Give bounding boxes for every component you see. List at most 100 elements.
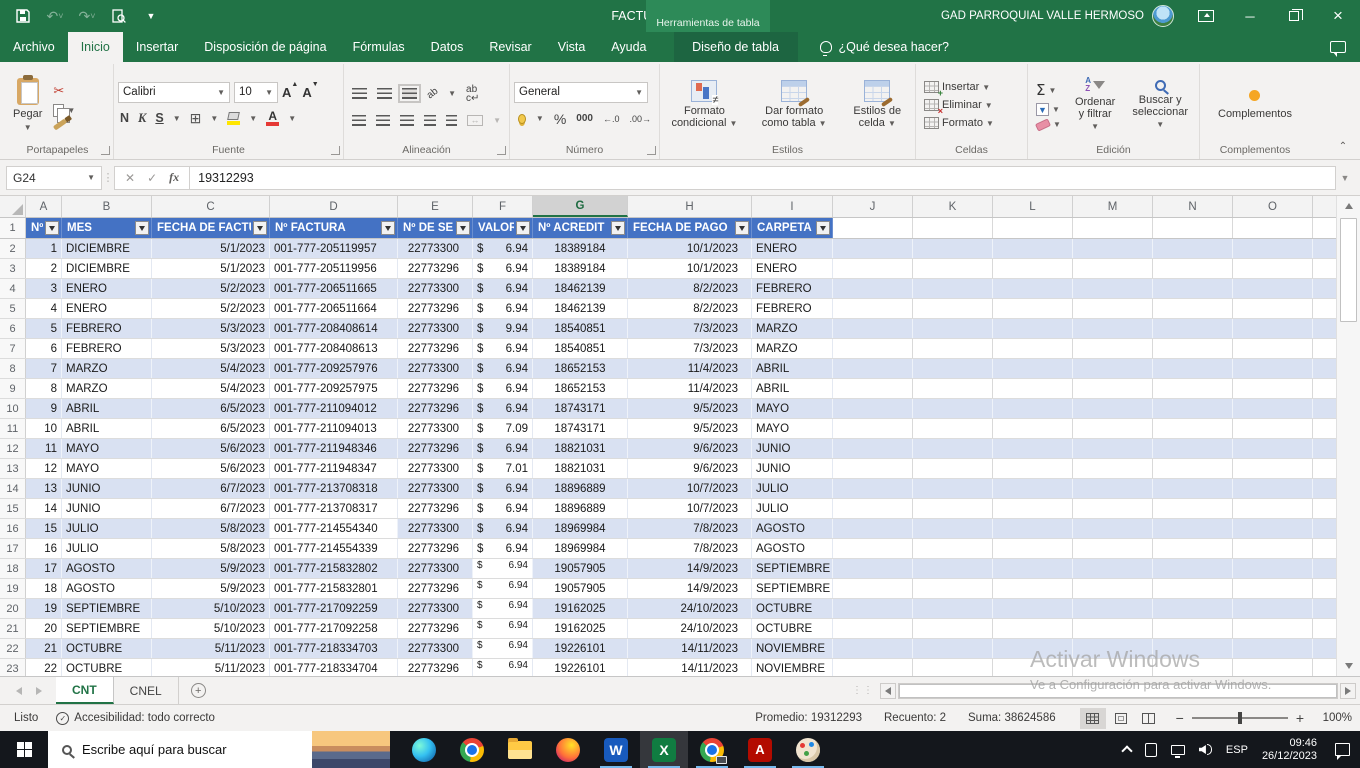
cell-E2[interactable]: 22773300 xyxy=(398,239,473,258)
cell-A18[interactable]: 17 xyxy=(26,559,62,578)
filter-dropdown-icon[interactable] xyxy=(611,221,625,235)
cell-F9[interactable]: $6.94 xyxy=(473,379,533,398)
comma-format-button[interactable]: 000 xyxy=(576,113,593,124)
decrease-decimal-button[interactable]: .00→ xyxy=(629,114,651,124)
empty-cell[interactable] xyxy=(913,619,993,638)
empty-cell[interactable] xyxy=(1073,319,1153,338)
cell-I4[interactable]: FEBRERO xyxy=(752,279,833,298)
column-header-i[interactable]: I xyxy=(752,196,833,217)
cell-H5[interactable]: 8/2/2023 xyxy=(628,299,752,318)
cell-I9[interactable]: ABRIL xyxy=(752,379,833,398)
taskbar-app-acrobat[interactable]: A xyxy=(736,731,784,768)
cell-E17[interactable]: 22773296 xyxy=(398,539,473,558)
table-header-1[interactable]: Nº xyxy=(26,218,62,238)
empty-cell[interactable] xyxy=(993,479,1073,498)
font-name-select[interactable]: Calibri▼ xyxy=(118,82,230,103)
clipboard-dialog-launcher[interactable] xyxy=(101,146,110,155)
empty-cell[interactable] xyxy=(833,259,913,278)
cell-B8[interactable]: MARZO xyxy=(62,359,152,378)
row-header-18[interactable]: 18 xyxy=(0,559,26,578)
cell-G14[interactable]: 18896889 xyxy=(533,479,628,498)
cell-G16[interactable]: 18969984 xyxy=(533,519,628,538)
cell-F16[interactable]: $6.94 xyxy=(473,519,533,538)
ribbon-tab-inicio[interactable]: Inicio xyxy=(68,32,123,62)
cell-H9[interactable]: 11/4/2023 xyxy=(628,379,752,398)
column-header-l[interactable]: L xyxy=(993,196,1073,217)
grow-font-button[interactable]: A▲ xyxy=(282,85,298,100)
cell-D16[interactable]: 001-777-214554340 xyxy=(270,519,398,538)
cell-G7[interactable]: 18540851 xyxy=(533,339,628,358)
format-painter-button[interactable] xyxy=(53,122,75,127)
empty-cell[interactable] xyxy=(833,419,913,438)
ribbon-tab-insertar[interactable]: Insertar xyxy=(123,32,191,62)
empty-cell[interactable] xyxy=(913,319,993,338)
row-header-8[interactable]: 8 xyxy=(0,359,26,378)
cell-H10[interactable]: 9/5/2023 xyxy=(628,399,752,418)
cell-B22[interactable]: OCTUBRE xyxy=(62,639,152,658)
empty-cell[interactable] xyxy=(993,218,1073,238)
cell-B9[interactable]: MARZO xyxy=(62,379,152,398)
cell-B20[interactable]: SEPTIEMBRE xyxy=(62,599,152,618)
cell-D2[interactable]: 001-777-205119957 xyxy=(270,239,398,258)
empty-cell[interactable] xyxy=(1153,539,1233,558)
cell-styles-button[interactable]: Estilos de celda ▼ xyxy=(843,67,911,143)
cell-H15[interactable]: 10/7/2023 xyxy=(628,499,752,518)
increase-decimal-button[interactable]: ←.0 xyxy=(603,114,620,124)
clear-button[interactable]: ▼ xyxy=(1036,120,1061,129)
row-header-4[interactable]: 4 xyxy=(0,279,26,298)
cell-D23[interactable]: 001-777-218334704 xyxy=(270,659,398,676)
font-color-button[interactable]: A xyxy=(266,111,279,126)
italic-button[interactable]: K xyxy=(138,111,146,126)
cell-G19[interactable]: 19057905 xyxy=(533,579,628,598)
column-header-b[interactable]: B xyxy=(62,196,152,217)
cell-E21[interactable]: 22773296 xyxy=(398,619,473,638)
empty-cell[interactable] xyxy=(833,599,913,618)
new-sheet-button[interactable]: + xyxy=(179,677,218,704)
select-all-corner[interactable] xyxy=(0,196,26,217)
cell-E9[interactable]: 22773296 xyxy=(398,379,473,398)
empty-cell[interactable] xyxy=(1233,379,1313,398)
cell-G17[interactable]: 18969984 xyxy=(533,539,628,558)
empty-cell[interactable] xyxy=(1073,399,1153,418)
cell-A7[interactable]: 6 xyxy=(26,339,62,358)
ribbon-tab-revisar[interactable]: Revisar xyxy=(476,32,544,62)
row-header-11[interactable]: 11 xyxy=(0,419,26,438)
feedback-button[interactable] xyxy=(1330,32,1360,62)
cell-A21[interactable]: 20 xyxy=(26,619,62,638)
start-button[interactable] xyxy=(0,731,48,768)
cell-E12[interactable]: 22773296 xyxy=(398,439,473,458)
empty-cell[interactable] xyxy=(993,639,1073,658)
cell-H18[interactable]: 14/9/2023 xyxy=(628,559,752,578)
cell-E4[interactable]: 22773300 xyxy=(398,279,473,298)
cell-C8[interactable]: 5/4/2023 xyxy=(152,359,270,378)
cell-B3[interactable]: DICIEMBRE xyxy=(62,259,152,278)
cell-B18[interactable]: AGOSTO xyxy=(62,559,152,578)
cell-H6[interactable]: 7/3/2023 xyxy=(628,319,752,338)
empty-cell[interactable] xyxy=(833,339,913,358)
cell-D21[interactable]: 001-777-217092258 xyxy=(270,619,398,638)
cell-F8[interactable]: $6.94 xyxy=(473,359,533,378)
empty-cell[interactable] xyxy=(1073,639,1153,658)
empty-cell[interactable] xyxy=(1233,539,1313,558)
volume-icon[interactable] xyxy=(1199,744,1212,755)
cell-F17[interactable]: $6.94 xyxy=(473,539,533,558)
cell-I12[interactable]: JUNIO xyxy=(752,439,833,458)
cell-B13[interactable]: MAYO xyxy=(62,459,152,478)
scroll-up-icon[interactable] xyxy=(1337,196,1360,216)
format-as-table-button[interactable]: Dar formato como tabla ▼ xyxy=(749,67,840,143)
empty-cell[interactable] xyxy=(833,239,913,258)
cell-H7[interactable]: 7/3/2023 xyxy=(628,339,752,358)
restore-button[interactable] xyxy=(1272,0,1316,32)
cell-D10[interactable]: 001-777-211094012 xyxy=(270,399,398,418)
customize-qat-icon[interactable]: ▼ xyxy=(142,7,160,25)
zoom-out-icon[interactable]: − xyxy=(1176,710,1184,726)
empty-cell[interactable] xyxy=(1153,218,1233,238)
insert-cells-button[interactable]: +Insertar▼ xyxy=(924,81,1023,93)
table-header-4[interactable]: Nº FACTURA xyxy=(270,218,398,238)
empty-cell[interactable] xyxy=(1233,239,1313,258)
row-header-21[interactable]: 21 xyxy=(0,619,26,638)
tray-overflow-chevron-icon[interactable] xyxy=(1123,744,1131,755)
cell-F23[interactable]: $6.94 xyxy=(473,659,533,676)
cell-A2[interactable]: 1 xyxy=(26,239,62,258)
ribbon-tab-dise-o-de-tabla[interactable]: Diseño de tabla xyxy=(674,32,798,62)
